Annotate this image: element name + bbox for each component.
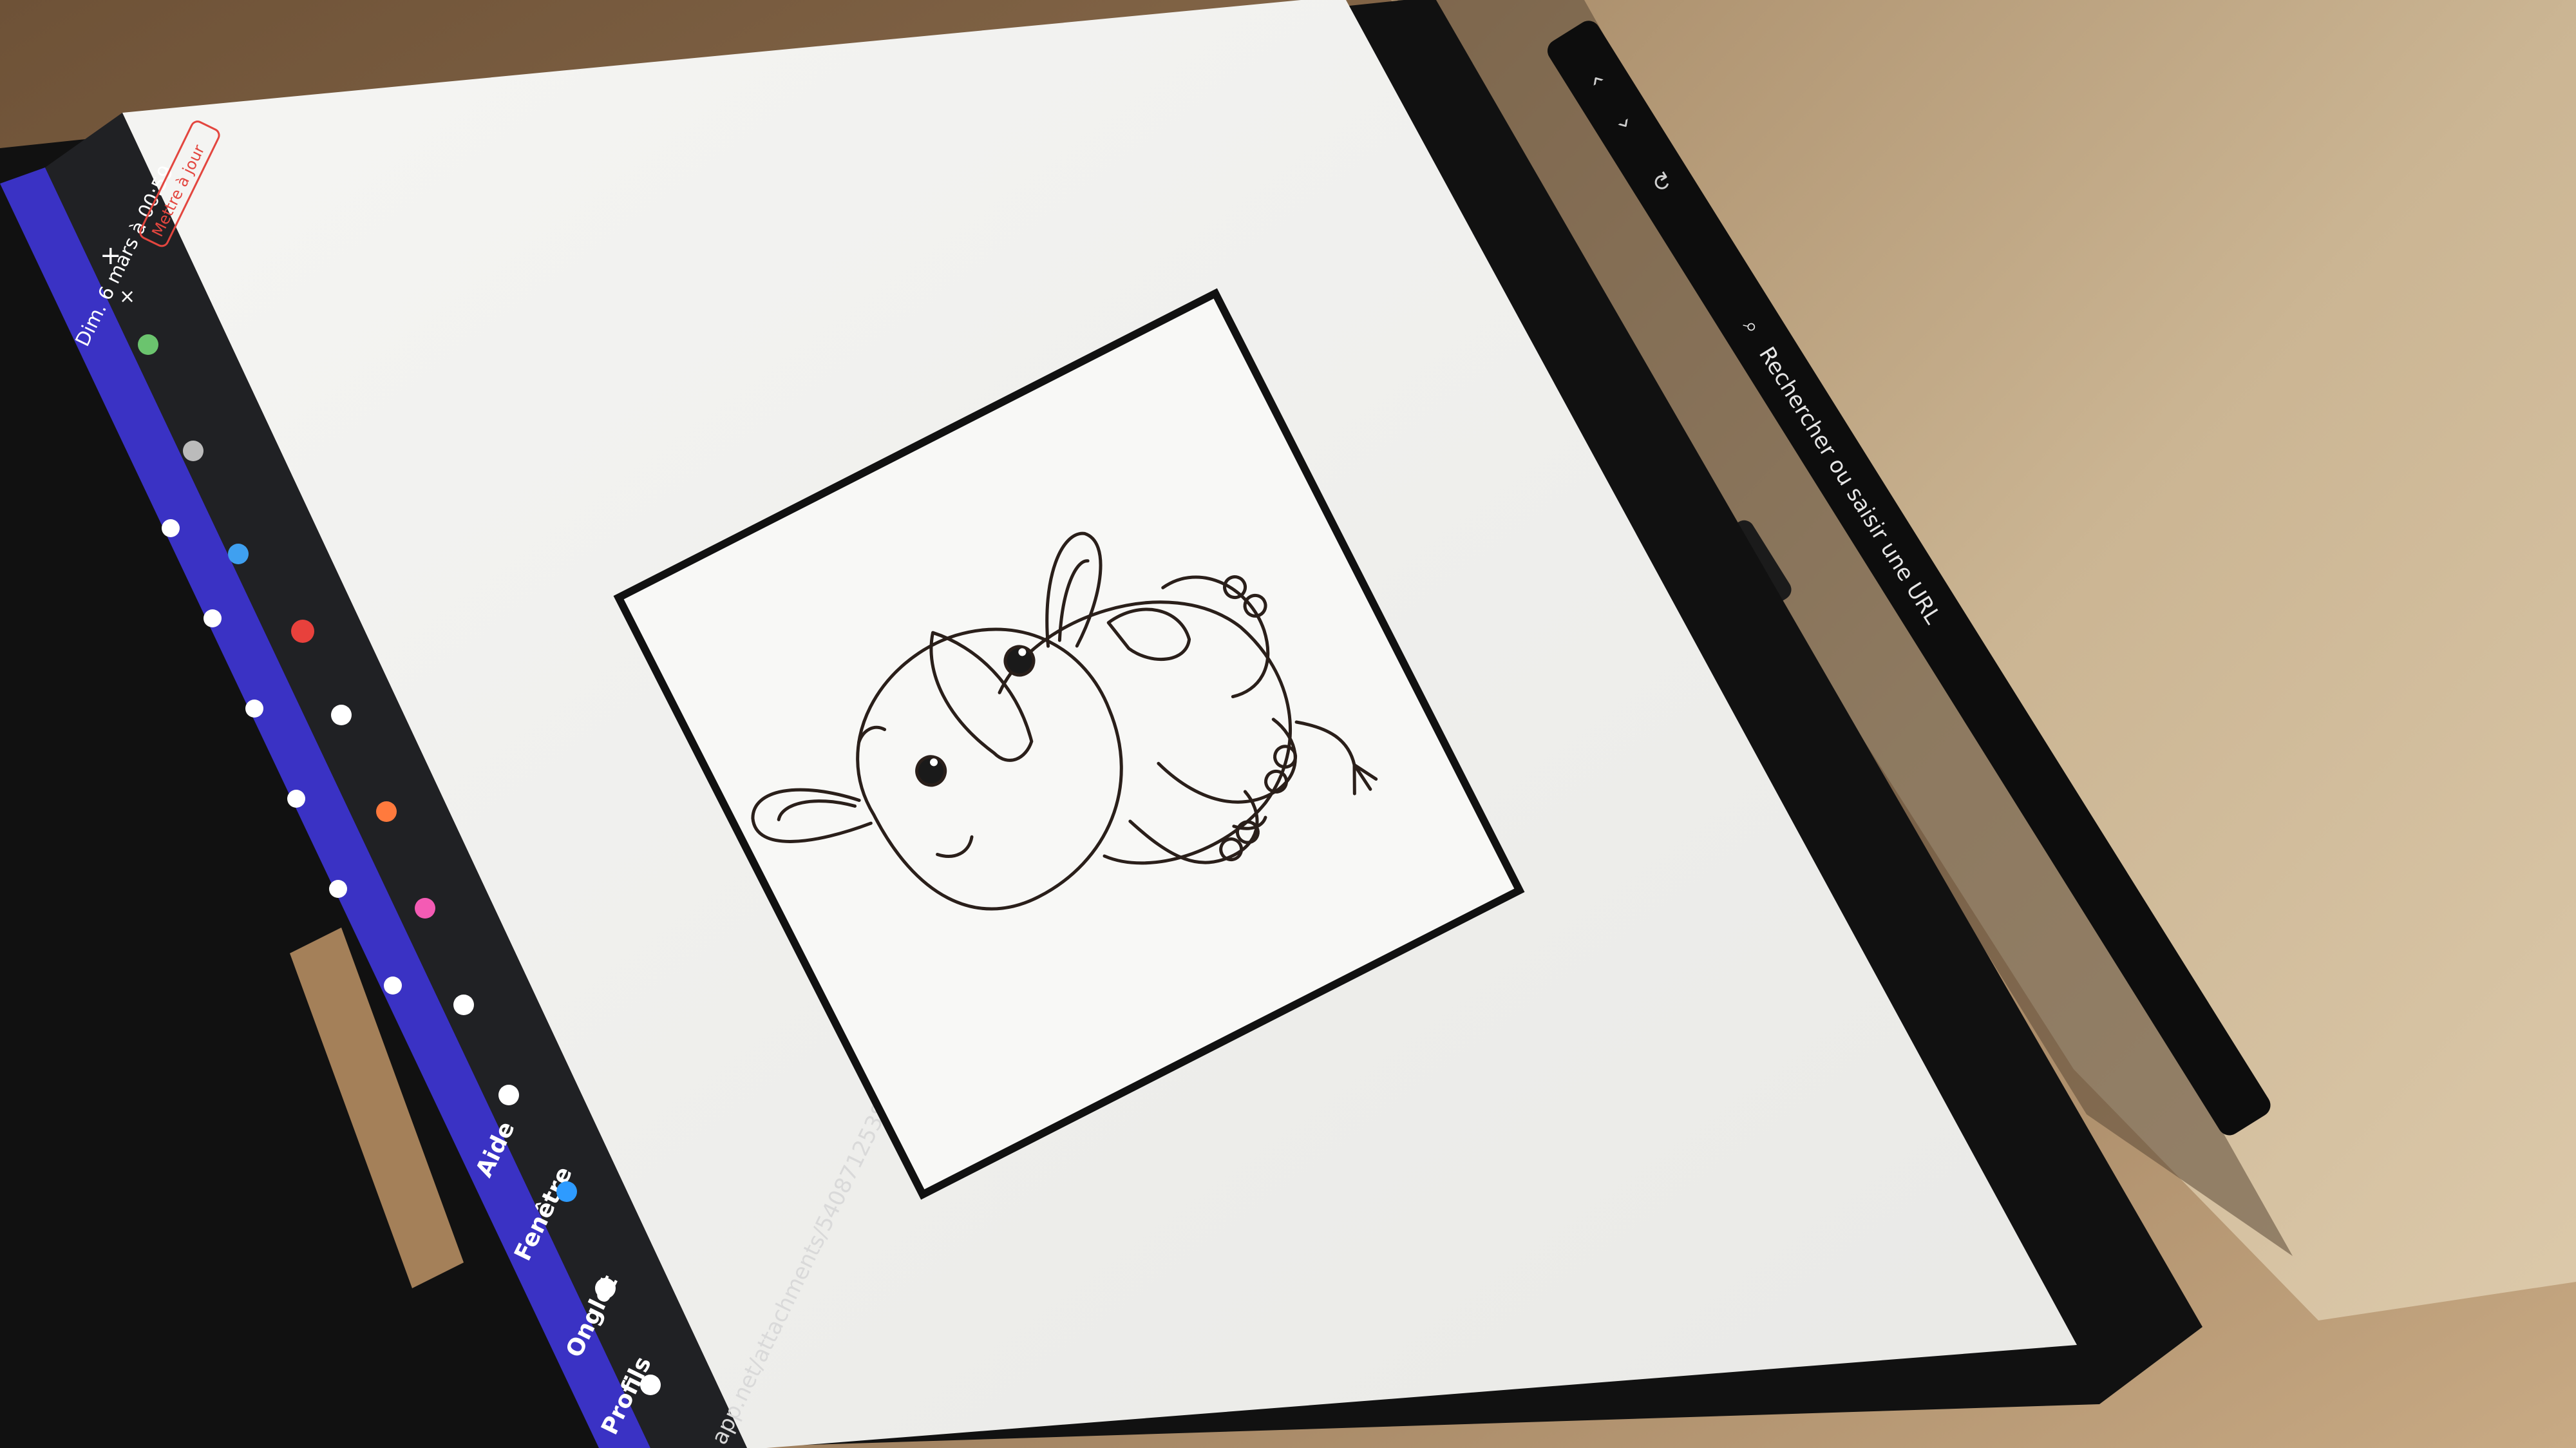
photo-scene: ⌕ Rechercher ou saisir une URL ‹ › ↻ ~! …: [0, 0, 2576, 1448]
bluetooth-icon[interactable]: [245, 700, 263, 718]
extension-icon[interactable]: [291, 620, 314, 643]
extension-icon[interactable]: [183, 441, 204, 461]
extension-icon[interactable]: [640, 1375, 661, 1395]
extension-icon[interactable]: [228, 544, 249, 564]
extension-icon[interactable]: [556, 1181, 577, 1202]
spotlight-icon[interactable]: [384, 976, 402, 995]
extension-icon[interactable]: [498, 1085, 519, 1105]
extension-icon[interactable]: [376, 801, 397, 822]
extension-icon[interactable]: [331, 705, 352, 725]
close-tab-icon[interactable]: ×: [119, 285, 135, 308]
wifi-icon[interactable]: [162, 519, 180, 537]
app-status-icon[interactable]: [329, 880, 347, 898]
extension-icon[interactable]: [453, 995, 474, 1015]
volume-icon[interactable]: [287, 790, 305, 808]
extension-icon[interactable]: [595, 1278, 616, 1299]
extension-icon[interactable]: [138, 334, 158, 355]
battery-icon[interactable]: [204, 609, 222, 627]
new-tab-icon[interactable]: +: [100, 241, 122, 271]
extension-icon[interactable]: [415, 898, 435, 919]
